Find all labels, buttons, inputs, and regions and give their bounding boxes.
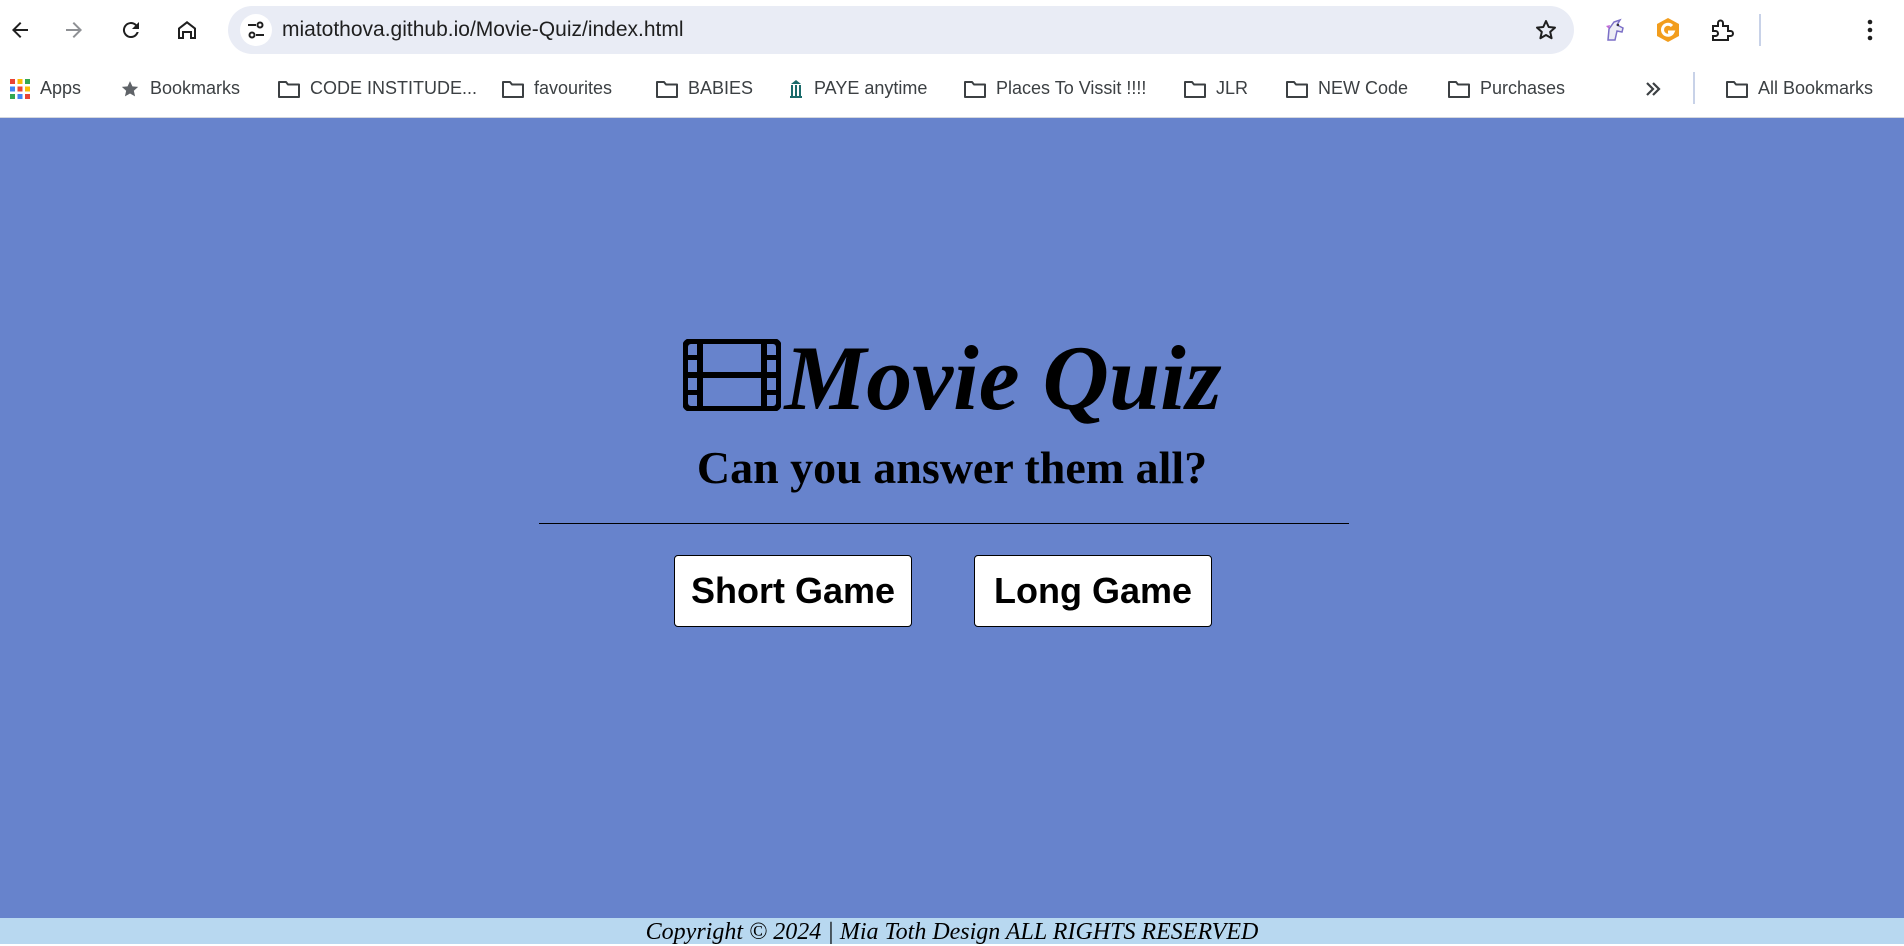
bookmark-label: BABIES: [688, 78, 754, 98]
folder-icon: [502, 80, 524, 98]
folder-icon: [278, 80, 300, 98]
bookmarks-overflow-button[interactable]: [1644, 60, 1672, 117]
bookmark-star-button[interactable]: [1532, 16, 1560, 44]
bookmarks-divider: [1693, 72, 1695, 104]
footer-copyright: Copyright © 2024 | Mia Toth Design ALL R…: [0, 918, 1904, 945]
folder-icon: [1726, 80, 1748, 98]
url-text[interactable]: miatothova.github.io/Movie-Quiz/index.ht…: [282, 6, 684, 54]
page-body: Movie Quiz Can you answer them all? Shor…: [0, 118, 1904, 918]
bookmark-label: All Bookmarks: [1758, 78, 1874, 98]
bookmark-label: CODE INSTITUDE...: [310, 78, 478, 98]
bookmark-label: favourites: [534, 78, 613, 98]
bookmark-favourites[interactable]: favourites: [502, 60, 612, 117]
bookmark-label: Purchases: [1480, 78, 1566, 98]
double-chevron-right-icon: [1646, 81, 1661, 96]
folder-icon: [656, 80, 678, 98]
page-title: Movie Quiz: [0, 323, 1904, 433]
address-bar[interactable]: miatothova.github.io/Movie-Quiz/index.ht…: [228, 6, 1574, 54]
star-outline-icon: [1536, 20, 1556, 40]
folder-icon: [1286, 80, 1308, 98]
site-info-button[interactable]: [240, 14, 272, 46]
g-extension-icon: [1657, 18, 1679, 42]
bookmark-label: NEW Code: [1318, 78, 1409, 98]
divider-line: [539, 523, 1349, 524]
forward-arrow-icon: [66, 22, 82, 38]
back-arrow-icon: [12, 22, 28, 38]
bookmark-bookmarks[interactable]: Bookmarks: [120, 60, 240, 117]
extensions-button[interactable]: [1704, 12, 1740, 48]
bookmark-code-institude[interactable]: CODE INSTITUDE...: [278, 60, 477, 117]
tune-icon: [248, 21, 264, 39]
bookmark-places-to-vissit[interactable]: Places To Vissit !!!!: [964, 60, 1146, 117]
site-icon: [790, 79, 802, 98]
bookmarks-bar: Apps Bookmarks CODE INSTITUDE... favouri…: [0, 60, 1904, 118]
unicorn-icon: [1606, 18, 1624, 41]
film-icon: [682, 339, 781, 411]
bookmark-label: Bookmarks: [150, 78, 241, 98]
home-button[interactable]: [167, 10, 207, 50]
bookmark-purchases[interactable]: Purchases: [1448, 60, 1565, 117]
folder-icon: [1184, 80, 1206, 98]
reload-button[interactable]: [111, 10, 151, 50]
bookmark-label: Apps: [40, 78, 82, 98]
long-game-button[interactable]: Long Game: [974, 555, 1212, 627]
browser-toolbar: miatothova.github.io/Movie-Quiz/index.ht…: [0, 0, 1904, 60]
all-bookmarks-button[interactable]: All Bookmarks: [1726, 60, 1873, 117]
bookmark-paye-anytime[interactable]: PAYE anytime: [788, 60, 927, 117]
toolbar-divider: [1759, 14, 1761, 46]
page-subtitle: Can you answer them all?: [696, 442, 1208, 493]
bookmark-new-code[interactable]: NEW Code: [1286, 60, 1408, 117]
grammarly-extension-button[interactable]: [1650, 12, 1686, 48]
bookmark-babies[interactable]: BABIES: [656, 60, 753, 117]
bookmark-label: PAYE anytime: [814, 78, 928, 98]
browser-menu-button[interactable]: [1852, 12, 1888, 48]
forward-button[interactable]: [54, 10, 94, 50]
star-icon: [121, 80, 139, 96]
puzzle-icon: [1712, 19, 1734, 41]
title-text: Movie Quiz: [784, 327, 1222, 429]
more-vertical-icon: [1867, 19, 1873, 41]
home-icon: [178, 21, 196, 39]
back-button[interactable]: [0, 10, 40, 50]
folder-icon: [964, 80, 986, 98]
bookmark-apps[interactable]: Apps: [10, 60, 81, 117]
apps-grid-icon: [10, 78, 30, 99]
unicorn-extension-button[interactable]: [1596, 12, 1632, 48]
reload-icon: [122, 22, 139, 39]
bookmark-label: JLR: [1216, 78, 1249, 98]
bookmark-jlr[interactable]: JLR: [1184, 60, 1248, 117]
folder-icon: [1448, 80, 1470, 98]
short-game-button[interactable]: Short Game: [674, 555, 912, 627]
bookmark-label: Places To Vissit !!!!: [996, 78, 1147, 98]
